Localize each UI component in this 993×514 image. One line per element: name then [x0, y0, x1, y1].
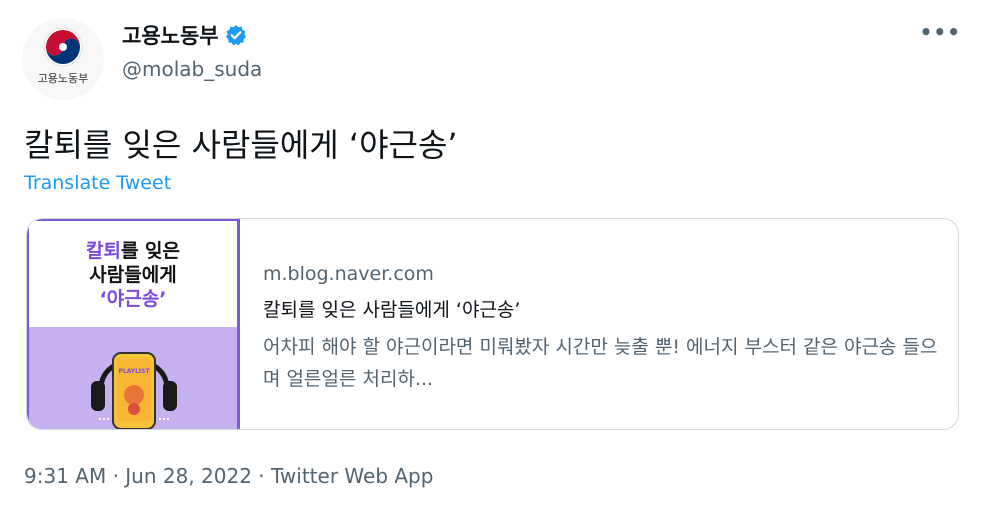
avatar-label: 고용노동부: [37, 72, 89, 85]
avatar[interactable]: 고용노동부: [22, 18, 104, 100]
card-title: 칼퇴를 잊은 사람들에게 ‘야근송’: [263, 299, 521, 321]
thumbnail-header: 칼퇴를 잊은 사람들에게 ‘야근송’: [29, 221, 237, 327]
thumbnail-line-3: ‘야근송’: [99, 288, 167, 310]
verified-badge-icon: [225, 24, 247, 46]
handle[interactable]: @molab_suda: [122, 57, 262, 81]
thumbnail-line-1-accent: 칼퇴: [85, 240, 121, 262]
link-preview-card[interactable]: 칼퇴를 잊은 사람들에게 ‘야근송’ PLAYLIST m.blog.naver…: [26, 218, 959, 430]
thumbnail-line-1: 칼퇴를 잊은: [29, 239, 237, 263]
display-name[interactable]: 고용노동부: [122, 20, 219, 50]
more-icon[interactable]: •••: [920, 20, 961, 44]
headphones-phone-illustration: PLAYLIST: [91, 352, 177, 429]
thumbnail-line-2: 사람들에게: [89, 264, 177, 286]
thumbnail-line-1-rest: 를 잊은: [120, 240, 181, 262]
translate-tweet-link[interactable]: Translate Tweet: [24, 172, 171, 194]
tweet-timestamp[interactable]: 9:31 AM · Jun 28, 2022 · Twitter Web App: [24, 464, 433, 488]
author-name-row: 고용노동부: [122, 20, 247, 50]
thumbnail-title: 칼퇴를 잊은 사람들에게 ‘야근송’: [29, 239, 237, 311]
government-emblem-icon: [43, 27, 83, 67]
card-description: 어차피 해야 할 야근이라면 미뤄봤자 시간만 늦출 뿐! 에너지 부스터 같은…: [263, 336, 938, 390]
card-thumbnail: 칼퇴를 잊은 사람들에게 ‘야근송’ PLAYLIST: [27, 219, 240, 429]
card-body: m.blog.naver.com 칼퇴를 잊은 사람들에게 ‘야근송’ 어차피 …: [263, 219, 958, 429]
card-domain: m.blog.naver.com: [263, 263, 434, 285]
thumbnail-illustration: PLAYLIST: [29, 327, 237, 429]
tweet-text: 칼퇴를 잊은 사람들에게 ‘야근송’: [24, 126, 458, 164]
phone-playlist-label: PLAYLIST: [118, 368, 150, 375]
